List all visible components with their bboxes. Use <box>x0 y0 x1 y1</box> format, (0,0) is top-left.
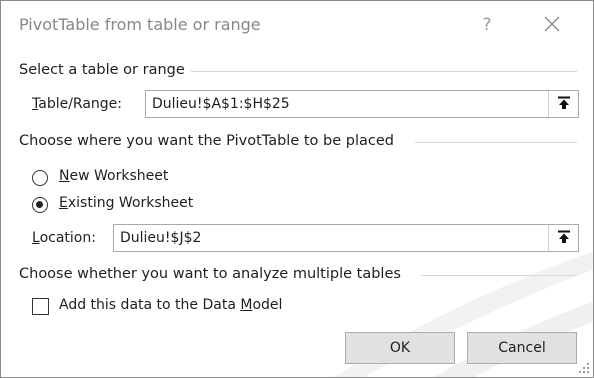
multiple-tables-section-label: Choose whether you want to analyze multi… <box>19 266 401 282</box>
section-divider <box>421 275 577 276</box>
close-button[interactable] <box>537 11 567 39</box>
table-range-collapse-button[interactable] <box>548 91 578 117</box>
data-model-checkbox[interactable] <box>32 298 49 315</box>
close-icon <box>544 16 560 32</box>
location-collapse-button[interactable] <box>548 225 578 251</box>
placement-section-label: Choose where you want the PivotTable to … <box>19 133 394 149</box>
location-input[interactable]: Dulieu!$J$2 <box>113 224 579 252</box>
table-range-value: Dulieu!$A$1:$H$25 <box>152 96 290 112</box>
help-button[interactable]: ? <box>475 11 499 39</box>
ok-button[interactable]: OK <box>345 332 455 364</box>
table-range-label: Table/Range: <box>32 96 123 112</box>
existing-worksheet-label[interactable]: Existing Worksheet <box>59 195 193 211</box>
section-divider <box>415 142 577 143</box>
collapse-dialog-icon <box>557 230 570 243</box>
existing-worksheet-radio[interactable] <box>32 197 48 213</box>
new-worksheet-label[interactable]: New Worksheet <box>59 168 168 184</box>
new-worksheet-radio[interactable] <box>32 170 48 186</box>
title-bar: PivotTable from table or range ? <box>1 1 593 51</box>
background-decoration <box>334 251 593 377</box>
location-value: Dulieu!$J$2 <box>120 230 202 246</box>
resize-grip-icon[interactable] <box>577 361 591 375</box>
table-range-input[interactable]: Dulieu!$A$1:$H$25 <box>145 90 579 118</box>
collapse-dialog-icon <box>557 96 570 109</box>
pivottable-dialog: PivotTable from table or range ? Select … <box>0 0 594 378</box>
data-model-label[interactable]: Add this data to the Data Model <box>59 297 282 313</box>
section-divider <box>191 71 577 72</box>
select-table-section-label: Select a table or range <box>19 62 185 78</box>
dialog-title: PivotTable from table or range <box>19 15 261 34</box>
cancel-button[interactable]: Cancel <box>467 332 577 364</box>
radio-selected-dot <box>36 201 43 208</box>
location-label: Location: <box>32 230 96 246</box>
